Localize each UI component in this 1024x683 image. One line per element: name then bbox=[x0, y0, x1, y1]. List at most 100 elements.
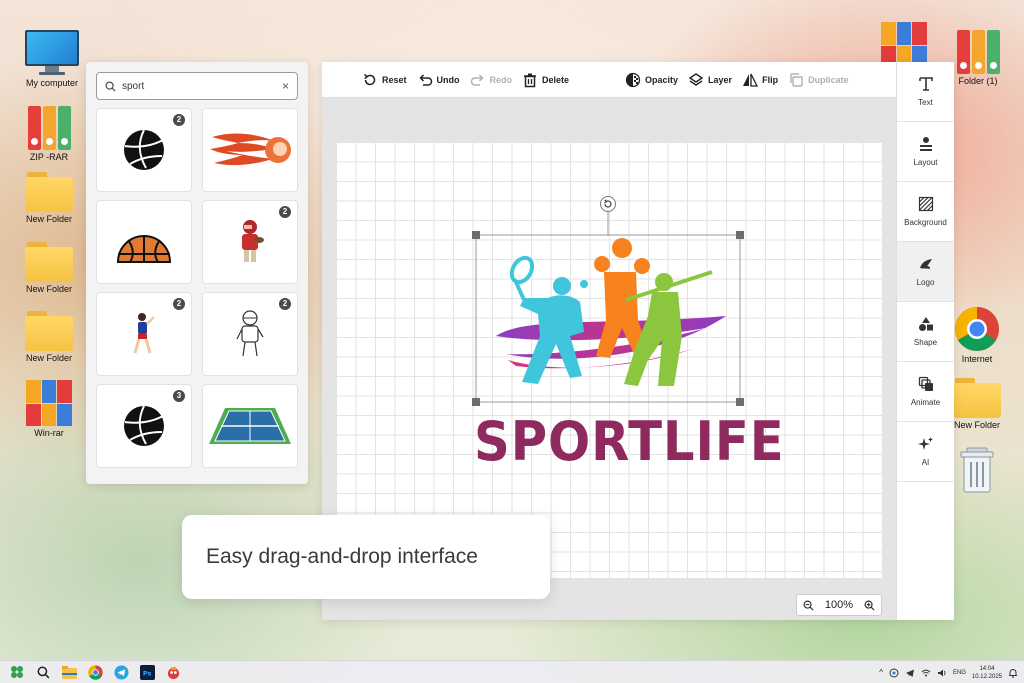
desktop-icon-new-folder-2[interactable]: New Folder bbox=[16, 242, 82, 295]
sidebar-item-shape[interactable]: Shape bbox=[897, 302, 954, 362]
search-result-tile[interactable] bbox=[96, 200, 192, 284]
zoom-out-icon[interactable] bbox=[803, 600, 814, 611]
zoom-in-icon[interactable] bbox=[864, 600, 875, 611]
start-button[interactable] bbox=[6, 661, 28, 683]
design-canvas[interactable]: SPORTLIFE bbox=[336, 142, 882, 578]
chrome-icon bbox=[954, 306, 1000, 352]
taskbar-search-button[interactable] bbox=[32, 661, 54, 683]
sidebar-item-animate[interactable]: Animate bbox=[897, 362, 954, 422]
text-icon bbox=[918, 77, 933, 91]
desktop-icon-folder-1[interactable]: Folder (1) bbox=[945, 28, 1011, 87]
opacity-icon bbox=[625, 72, 641, 87]
wifi-icon[interactable] bbox=[921, 668, 931, 678]
clock[interactable]: 14:04 10.12.2025 bbox=[972, 665, 1002, 681]
variant-count-badge: 2 bbox=[279, 206, 291, 218]
variant-count-badge: 2 bbox=[173, 114, 185, 126]
network-status-icon[interactable] bbox=[889, 668, 899, 678]
search-box[interactable]: × bbox=[96, 72, 298, 100]
duplicate-button[interactable]: Duplicate bbox=[788, 72, 849, 88]
logo-text[interactable]: SPORTLIFE bbox=[474, 412, 784, 472]
folder-icon bbox=[25, 311, 73, 351]
redo-button[interactable]: Redo bbox=[470, 72, 513, 88]
search-result-tile[interactable]: 2 bbox=[96, 292, 192, 376]
volleyball-icon bbox=[124, 405, 164, 446]
flip-button[interactable]: Flip bbox=[742, 72, 778, 88]
sidebar-item-layout[interactable]: Layout bbox=[897, 122, 954, 182]
search-result-tile[interactable]: 2 bbox=[96, 108, 192, 192]
desktop-icon-my-computer[interactable]: My computer bbox=[19, 30, 85, 89]
undo-button[interactable]: Undo bbox=[417, 72, 460, 88]
resize-handle-bottom-right[interactable] bbox=[736, 398, 744, 406]
resize-handle-top-left[interactable] bbox=[472, 231, 480, 239]
folder-icon bbox=[953, 378, 1001, 418]
search-result-tile[interactable] bbox=[202, 108, 298, 192]
desktop-icon-win-rar[interactable]: Win-rar bbox=[16, 380, 82, 439]
sidebar-item-label: Logo bbox=[916, 278, 935, 287]
notification-bell-icon[interactable] bbox=[1008, 668, 1018, 678]
file-explorer-icon bbox=[61, 665, 77, 679]
binder-icon bbox=[26, 104, 72, 150]
asset-search-panel: × 2 bbox=[86, 62, 308, 484]
sidebar-item-ai[interactable]: AI bbox=[897, 422, 954, 482]
sidebar-item-background[interactable]: Background bbox=[897, 182, 954, 242]
volume-icon[interactable] bbox=[937, 668, 947, 678]
trash-icon bbox=[524, 73, 537, 87]
reset-label: Reset bbox=[382, 74, 407, 85]
sidebar-item-label: Layout bbox=[913, 158, 938, 167]
photoshop-icon: Ps bbox=[139, 664, 155, 680]
search-icon bbox=[37, 666, 49, 678]
layers-icon bbox=[688, 72, 704, 86]
opacity-label: Opacity bbox=[645, 74, 679, 85]
search-result-tile[interactable] bbox=[202, 384, 298, 468]
opacity-button[interactable]: Opacity bbox=[625, 72, 678, 88]
svg-text:Ps: Ps bbox=[142, 669, 151, 677]
search-icon bbox=[105, 80, 116, 92]
redo-icon bbox=[470, 73, 484, 86]
system-tray: ^ ENG 14:04 10.12.2025 bbox=[879, 661, 1018, 683]
desktop-icon-label: Folder (1) bbox=[958, 76, 998, 86]
taskbar-app-red[interactable] bbox=[162, 661, 184, 683]
binder-icon bbox=[955, 28, 1001, 74]
clock-time: 14:04 bbox=[979, 665, 995, 672]
editor-toolbar: Reset Undo Redo Delete Opacity Layer Fli… bbox=[322, 62, 896, 98]
variant-count-badge: 2 bbox=[173, 298, 185, 310]
chevron-up-icon[interactable]: ^ bbox=[879, 668, 883, 677]
winrar-icon bbox=[26, 380, 72, 426]
zoom-control: 100% bbox=[796, 594, 882, 616]
search-result-tile[interactable]: 2 bbox=[202, 292, 298, 376]
search-input[interactable] bbox=[122, 80, 282, 92]
sidebar-item-logo[interactable]: Logo bbox=[897, 242, 954, 302]
taskbar-photoshop[interactable]: Ps bbox=[136, 661, 158, 683]
desktop-icon-zip-rar[interactable]: ZIP -RAR bbox=[16, 104, 82, 163]
taskbar-file-explorer[interactable] bbox=[58, 661, 80, 683]
clear-search-icon[interactable]: × bbox=[282, 79, 289, 93]
desktop-icon-new-folder-3[interactable]: New Folder bbox=[16, 311, 82, 364]
reset-button[interactable]: Reset bbox=[362, 72, 407, 88]
taskbar-telegram[interactable] bbox=[110, 661, 132, 683]
telegram-tray-icon[interactable] bbox=[905, 668, 915, 678]
layer-button[interactable]: Layer bbox=[688, 72, 732, 88]
background-icon bbox=[918, 196, 933, 212]
taskbar-chrome[interactable] bbox=[84, 661, 106, 683]
desktop-icon-label: My computer bbox=[25, 78, 78, 88]
redo-label: Redo bbox=[489, 74, 513, 85]
shape-icon bbox=[918, 317, 933, 331]
desktop-icon-new-folder-1[interactable]: New Folder bbox=[16, 172, 82, 225]
feature-caption: Easy drag-and-drop interface bbox=[182, 515, 550, 599]
delete-button[interactable]: Delete bbox=[522, 72, 569, 88]
search-result-tile[interactable]: 3 bbox=[96, 384, 192, 468]
app-icon bbox=[167, 666, 179, 679]
start-icon bbox=[11, 666, 23, 678]
resize-handle-bottom-left[interactable] bbox=[472, 398, 480, 406]
reset-icon bbox=[364, 73, 376, 85]
sidebar-item-label: AI bbox=[921, 458, 930, 467]
rotate-handle-icon[interactable] bbox=[600, 196, 616, 212]
search-result-tile[interactable]: 2 bbox=[202, 200, 298, 284]
sportlife-logo-graphic bbox=[496, 238, 726, 386]
desktop-icon-label: ZIP -RAR bbox=[29, 152, 69, 162]
variant-count-badge: 2 bbox=[279, 298, 291, 310]
language-indicator[interactable]: ENG bbox=[953, 670, 966, 676]
logo-icon bbox=[919, 259, 932, 269]
sidebar-item-text[interactable]: Text bbox=[897, 62, 954, 122]
resize-handle-top-right[interactable] bbox=[736, 231, 744, 239]
